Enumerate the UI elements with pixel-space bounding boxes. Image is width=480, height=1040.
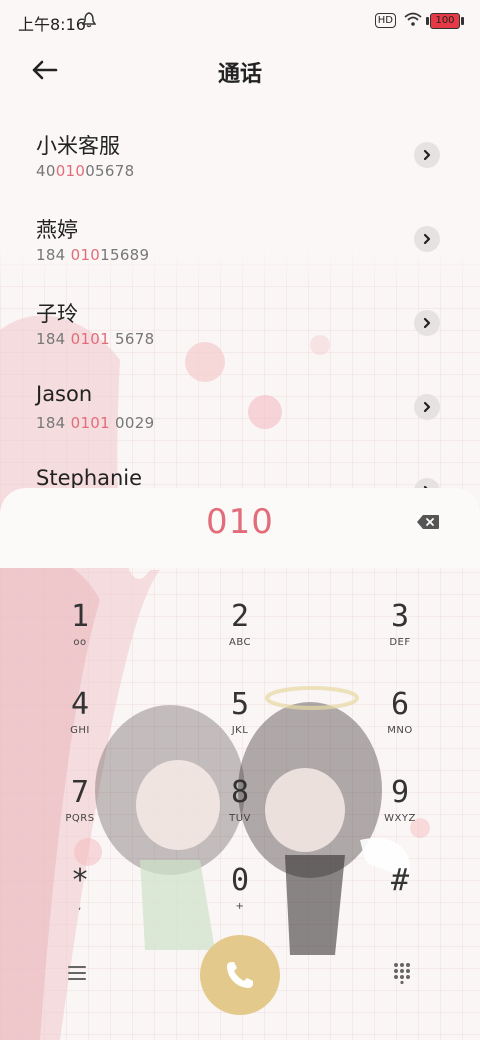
number-suffix: 15689 xyxy=(100,246,150,264)
key-letters: ABC xyxy=(228,637,251,648)
key-letters: MNO xyxy=(387,725,413,736)
key-digit: 0 xyxy=(230,863,250,898)
app-header: 通话 xyxy=(0,40,480,100)
wifi-icon xyxy=(404,11,422,30)
key-letters: + xyxy=(235,901,245,912)
contact-number: 4001005678 xyxy=(36,162,134,180)
call-button[interactable] xyxy=(200,935,280,1015)
contact-name: 燕婷 xyxy=(36,218,78,242)
contact-detail-button[interactable] xyxy=(414,226,440,252)
key-1[interactable]: 1 ᴏᴏ xyxy=(20,568,140,654)
key-9[interactable]: 9 WXYZ xyxy=(340,744,460,830)
contact-number: 184 0101 0029 xyxy=(36,414,154,432)
battery-icon: 100 xyxy=(426,12,464,29)
key-digit: 6 xyxy=(390,687,410,722)
dialed-number: 010 xyxy=(206,502,274,542)
key-digit: 8 xyxy=(230,775,250,810)
number-prefix: 184 xyxy=(36,414,71,432)
key-digit: 3 xyxy=(390,599,410,634)
contact-name: 子玲 xyxy=(36,302,78,326)
menu-icon xyxy=(68,966,86,980)
contact-name: 小米客服 xyxy=(36,134,120,158)
key-0[interactable]: 0 + xyxy=(180,832,300,918)
key-7[interactable]: 7 PQRS xyxy=(20,744,140,830)
key-5[interactable]: 5 JKL xyxy=(180,656,300,742)
status-bar: 上午8:16 HD 100 xyxy=(0,0,480,40)
key-digit: * xyxy=(70,863,90,898)
contact-detail-button[interactable] xyxy=(414,142,440,168)
hd-badge: HD xyxy=(374,13,396,28)
key-letters: PQRS xyxy=(65,813,95,824)
key-6[interactable]: 6 MNO xyxy=(340,656,460,742)
voicemail-icon: ᴏᴏ xyxy=(73,637,87,648)
backspace-icon xyxy=(417,515,439,529)
number-suffix: 0029 xyxy=(109,414,155,432)
keypad-icon xyxy=(394,963,410,985)
backspace-button[interactable] xyxy=(416,514,440,534)
key-digit: 9 xyxy=(390,775,410,810)
number-match: 0101 xyxy=(70,414,110,432)
number-match: 010 xyxy=(55,162,86,180)
page-title: 通话 xyxy=(217,62,262,87)
number-match: 0101 xyxy=(70,330,110,348)
key-letters: WXYZ xyxy=(384,813,416,824)
contact-row[interactable]: 子玲 184 0101 5678 xyxy=(0,290,480,374)
key-letters: GHI xyxy=(70,725,90,736)
number-prefix: 40 xyxy=(36,162,56,180)
key-digit: 7 xyxy=(70,775,90,810)
contact-name: Jason xyxy=(36,382,93,406)
alarm-bell-icon xyxy=(81,12,97,32)
chevron-right-icon xyxy=(423,401,431,413)
contact-row[interactable]: Jason 184 0101 0029 xyxy=(0,374,480,458)
key-letters: JKL xyxy=(231,725,249,736)
contact-detail-button[interactable] xyxy=(414,394,440,420)
key-2[interactable]: 2 ABC xyxy=(180,568,300,654)
key-4[interactable]: 4 GHI xyxy=(20,656,140,742)
key-digit: 4 xyxy=(70,687,90,722)
key-letters: , xyxy=(78,901,82,912)
key-star[interactable]: * , xyxy=(20,832,140,918)
contact-number: 184 01015689 xyxy=(36,246,149,264)
key-hash[interactable]: # xyxy=(340,832,460,918)
key-digit: 2 xyxy=(230,599,250,634)
key-letters: DEF xyxy=(389,637,411,648)
number-suffix: 05678 xyxy=(85,162,135,180)
key-digit: # xyxy=(390,863,410,898)
chevron-right-icon xyxy=(423,317,431,329)
key-digit: 5 xyxy=(230,687,250,722)
contact-detail-button[interactable] xyxy=(414,310,440,336)
key-8[interactable]: 8 TUV xyxy=(180,744,300,830)
number-prefix: 184 xyxy=(36,246,71,264)
key-letters: TUV xyxy=(229,813,251,824)
contact-row[interactable]: 小米客服 4001005678 xyxy=(0,122,480,206)
number-prefix: 184 xyxy=(36,330,71,348)
status-icons: HD 100 xyxy=(374,11,464,30)
number-suffix: 5678 xyxy=(109,330,155,348)
chevron-right-icon xyxy=(423,149,431,161)
number-match: 010 xyxy=(70,246,101,264)
hide-keypad-button[interactable] xyxy=(392,962,412,988)
dialer-input-panel: 010 xyxy=(0,488,480,568)
contact-row[interactable]: 燕婷 184 01015689 xyxy=(0,206,480,290)
contact-suggestions-list: 小米客服 4001005678 燕婷 184 01015689 子玲 184 0… xyxy=(0,122,480,542)
key-digit: 1 xyxy=(70,599,90,634)
phone-icon xyxy=(227,962,253,988)
status-time: 上午8:16 xyxy=(18,15,86,34)
contact-number: 184 0101 5678 xyxy=(36,330,154,348)
menu-button[interactable] xyxy=(66,963,88,987)
chevron-right-icon xyxy=(423,233,431,245)
key-3[interactable]: 3 DEF xyxy=(340,568,460,654)
contact-name: Stephanie xyxy=(36,466,143,490)
